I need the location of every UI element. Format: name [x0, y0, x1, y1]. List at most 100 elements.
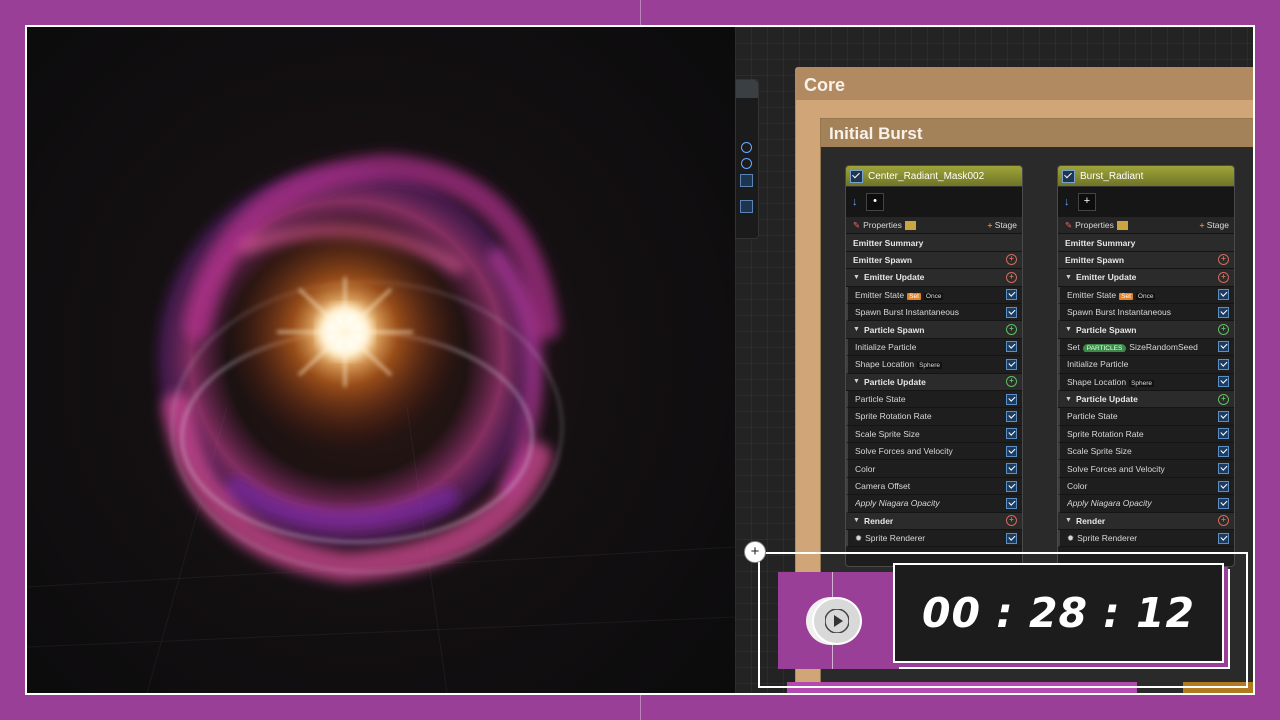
stack-module[interactable]: Scale Sprite Size	[846, 425, 1022, 444]
chevron-down-icon[interactable]: ▼	[1065, 396, 1072, 403]
stack-section[interactable]: Emitter Summary	[846, 234, 1022, 252]
stack-module[interactable]: Sprite Rotation Rate	[846, 408, 1022, 426]
add-module-icon[interactable]: +	[1006, 324, 1017, 336]
chevron-down-icon[interactable]: ▼	[1065, 274, 1072, 281]
stack-module[interactable]: Particle State	[846, 390, 1022, 409]
stack-section[interactable]: ▼ Emitter Update +	[1058, 269, 1234, 287]
checkbox-icon[interactable]	[740, 200, 753, 213]
module-label: Particle Spawn	[863, 324, 925, 335]
module-enable-checkbox[interactable]	[1218, 376, 1229, 388]
stack-module[interactable]: ✹ Sprite Renderer	[846, 530, 1022, 548]
stack-module[interactable]: Sprite Rotation Rate	[1058, 425, 1234, 444]
add-stage-button[interactable]: + Stage	[1199, 220, 1229, 230]
module-enable-checkbox[interactable]	[1006, 289, 1017, 301]
add-module-icon[interactable]: +	[1006, 254, 1017, 266]
stack-module[interactable]: Color	[846, 460, 1022, 478]
collapsed-side-panel[interactable]	[735, 79, 759, 239]
stack-module[interactable]: Shape Location Sphere	[846, 356, 1022, 374]
chevron-down-icon[interactable]: ▼	[1065, 326, 1072, 333]
module-enable-checkbox[interactable]	[1218, 480, 1229, 492]
module-enable-checkbox[interactable]	[1006, 393, 1017, 405]
add-module-icon[interactable]: +	[1006, 271, 1017, 283]
play-button[interactable]	[812, 597, 862, 645]
preview-viewport[interactable]	[27, 27, 735, 693]
stack-section[interactable]: Emitter Summary	[1058, 234, 1234, 252]
module-enable-checkbox[interactable]	[1006, 410, 1017, 422]
emitter-node[interactable]: Center_Radiant_Mask002 ↓ • ✎ Properties +…	[845, 165, 1023, 567]
stack-module[interactable]: Initialize Particle	[1058, 356, 1234, 374]
stack-section[interactable]: ▼ Particle Spawn +	[846, 321, 1022, 339]
add-module-icon[interactable]: +	[1218, 324, 1229, 336]
emitter-enable-checkbox[interactable]	[850, 169, 863, 183]
stack-section[interactable]: Emitter Spawn +	[1058, 251, 1234, 270]
emitter-header[interactable]: Center_Radiant_Mask002	[846, 166, 1022, 187]
module-enable-checkbox[interactable]	[1006, 358, 1017, 370]
stack-module[interactable]: Emitter State Set Once	[846, 286, 1022, 304]
stack-module[interactable]: ✹ Sprite Renderer	[1058, 530, 1234, 548]
module-enable-checkbox[interactable]	[1218, 532, 1229, 544]
add-stage-button[interactable]: + Stage	[987, 220, 1017, 230]
stack-module[interactable]: Scale Sprite Size	[1058, 443, 1234, 461]
module-enable-checkbox[interactable]	[1006, 480, 1017, 492]
stack-section[interactable]: ▼ Render +	[1058, 512, 1234, 531]
plus-icon[interactable]	[741, 142, 752, 153]
plus-icon[interactable]	[741, 158, 752, 169]
stack-module[interactable]: Shape Location Sphere	[1058, 373, 1234, 391]
module-enable-checkbox[interactable]	[1218, 497, 1229, 509]
module-enable-checkbox[interactable]	[1218, 428, 1229, 440]
stack-module[interactable]: Solve Forces and Velocity	[846, 443, 1022, 461]
stack-module[interactable]: Camera Offset	[846, 477, 1022, 496]
stack-section[interactable]: ▼ Particle Update +	[846, 373, 1022, 391]
module-enable-checkbox[interactable]	[1006, 341, 1017, 353]
stack-module[interactable]: Emitter State Set Once	[1058, 286, 1234, 304]
module-enable-checkbox[interactable]	[1006, 532, 1017, 544]
stack-section[interactable]: ▼ Particle Update +	[1058, 390, 1234, 409]
chevron-down-icon[interactable]: ▼	[1065, 517, 1072, 524]
stack-section[interactable]: ▼ Render +	[846, 512, 1022, 531]
stack-module[interactable]: Solve Forces and Velocity	[1058, 460, 1234, 478]
stack-section[interactable]: ▼ Particle Spawn +	[1058, 321, 1234, 339]
emitter-header[interactable]: Burst_Radiant	[1058, 166, 1234, 187]
stack-section[interactable]: ▼ Emitter Update +	[846, 269, 1022, 287]
module-enable-checkbox[interactable]	[1006, 445, 1017, 457]
module-enable-checkbox[interactable]	[1218, 463, 1229, 475]
plus-icon[interactable]: +	[744, 541, 766, 563]
stack-module[interactable]: Initialize Particle	[846, 338, 1022, 357]
stack-module[interactable]: Spawn Burst Instantaneous	[846, 303, 1022, 322]
add-module-icon[interactable]: +	[1218, 393, 1229, 405]
add-module-icon[interactable]: +	[1218, 515, 1229, 527]
module-enable-checkbox[interactable]	[1006, 428, 1017, 440]
emitter-thumbnail[interactable]: +	[1078, 193, 1096, 211]
chevron-down-icon[interactable]: ▼	[853, 517, 860, 524]
chevron-down-icon[interactable]: ▼	[853, 274, 860, 281]
stack-module[interactable]: Apply Niagara Opacity	[1058, 495, 1234, 513]
stack-section[interactable]: Emitter Spawn +	[846, 251, 1022, 270]
chevron-down-icon[interactable]: ▼	[853, 378, 860, 385]
add-module-icon[interactable]: +	[1006, 515, 1017, 527]
emitter-enable-checkbox[interactable]	[1062, 169, 1075, 183]
checkbox-icon[interactable]	[740, 174, 753, 187]
emitter-node[interactable]: Burst_Radiant ↓ + ✎ Properties + Stage Emi…	[1057, 165, 1235, 567]
stack-module[interactable]: Apply Niagara Opacity	[846, 495, 1022, 513]
module-enable-checkbox[interactable]	[1006, 463, 1017, 475]
module-enable-checkbox[interactable]	[1218, 306, 1229, 318]
add-module-icon[interactable]: +	[1006, 376, 1017, 388]
module-enable-checkbox[interactable]	[1218, 410, 1229, 422]
stack-module[interactable]: Color	[1058, 477, 1234, 496]
module-enable-checkbox[interactable]	[1006, 497, 1017, 509]
stack-module[interactable]: Spawn Burst Instantaneous	[1058, 303, 1234, 322]
properties-row[interactable]: ✎ Properties + Stage	[846, 217, 1022, 235]
stack-module[interactable]: Set PARTICLES SizeRandomSeed	[1058, 338, 1234, 357]
stack-module[interactable]: Particle State	[1058, 408, 1234, 426]
pencil-icon: ✎	[853, 219, 861, 230]
add-module-icon[interactable]: +	[1218, 271, 1229, 283]
module-enable-checkbox[interactable]	[1218, 358, 1229, 370]
module-enable-checkbox[interactable]	[1218, 341, 1229, 353]
chevron-down-icon[interactable]: ▼	[853, 326, 860, 333]
module-enable-checkbox[interactable]	[1218, 289, 1229, 301]
module-enable-checkbox[interactable]	[1006, 306, 1017, 318]
properties-row[interactable]: ✎ Properties + Stage	[1058, 217, 1234, 235]
add-module-icon[interactable]: +	[1218, 254, 1229, 266]
module-enable-checkbox[interactable]	[1218, 445, 1229, 457]
emitter-thumbnail[interactable]: •	[866, 193, 884, 211]
